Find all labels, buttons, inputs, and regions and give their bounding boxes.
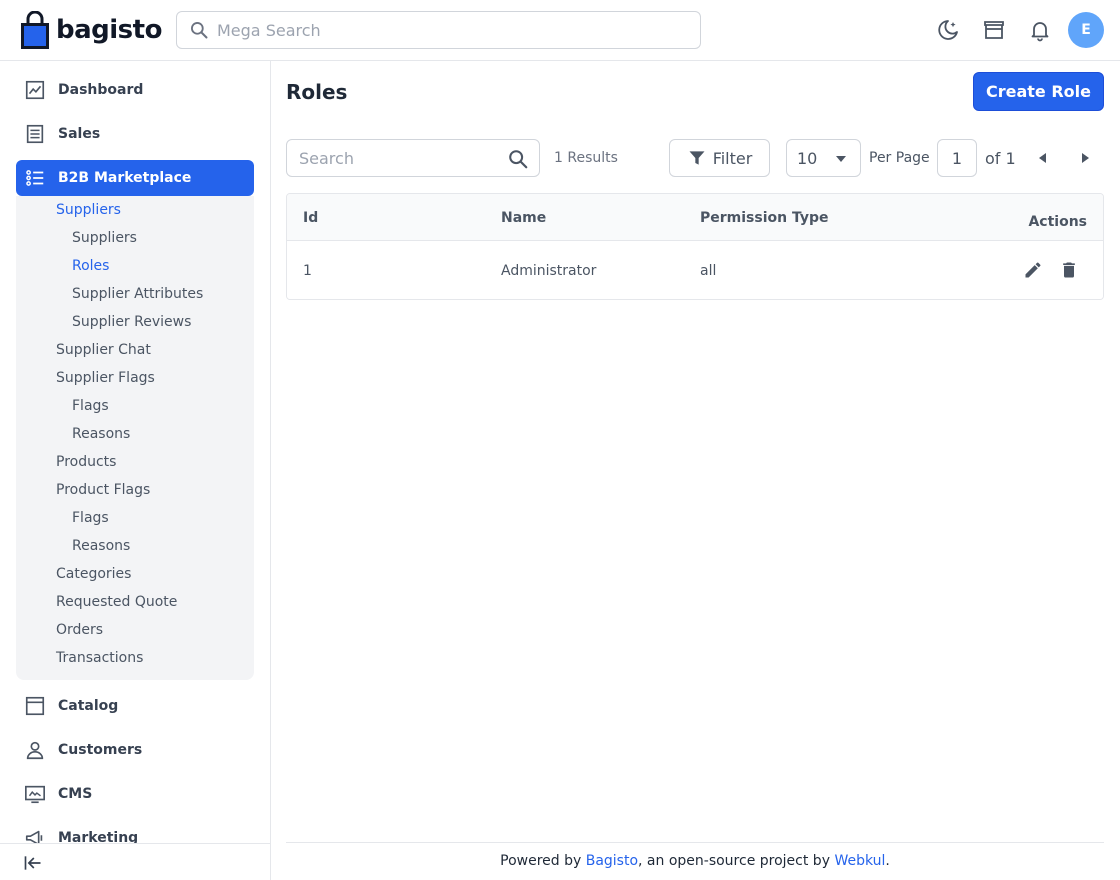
page-footer: Powered by Bagisto, an open-source proje… xyxy=(286,842,1104,880)
submenu-item-product-flags-flags[interactable]: Flags xyxy=(72,510,109,526)
datagrid-search-input[interactable] xyxy=(299,148,499,168)
sidebar-item-label: CMS xyxy=(58,786,93,802)
cell-name: Administrator xyxy=(501,263,597,279)
sidebar-item-catalog[interactable]: Catalog xyxy=(16,688,254,724)
sidebar-item-label: Sales xyxy=(58,126,101,142)
table-row: 1 Administrator all xyxy=(287,241,1103,299)
caret-down-icon xyxy=(836,156,846,162)
column-header-permission-type[interactable]: Permission Type xyxy=(700,210,829,226)
cell-permission-type: all xyxy=(700,263,717,279)
notification-bell-icon[interactable] xyxy=(1027,17,1053,43)
sales-icon xyxy=(26,124,44,144)
results-count: 1 Results xyxy=(554,150,618,166)
shopping-bag-logo-icon xyxy=(21,11,49,49)
logo-text: bagisto xyxy=(56,15,162,45)
per-page-select[interactable]: 10 xyxy=(786,139,861,177)
user-avatar[interactable]: E xyxy=(1068,12,1104,48)
submenu-item-suppliers-list[interactable]: Suppliers xyxy=(72,230,137,246)
roles-table: Id Name Permission Type Actions 1 Admini… xyxy=(286,193,1104,300)
sidebar-item-label: B2B Marketplace xyxy=(58,170,192,186)
submenu-item-product-flags[interactable]: Product Flags xyxy=(56,482,150,498)
total-pages: of 1 xyxy=(985,149,1016,168)
submenu-item-supplier-flags[interactable]: Supplier Flags xyxy=(56,370,155,386)
filter-button[interactable]: Filter xyxy=(669,139,770,177)
list-icon xyxy=(26,170,44,186)
submenu-item-roles[interactable]: Roles xyxy=(72,258,109,274)
b2b-submenu: Suppliers Suppliers Roles Supplier Attri… xyxy=(16,196,254,680)
submenu-item-transactions[interactable]: Transactions xyxy=(56,650,143,666)
mega-search-input[interactable] xyxy=(217,20,677,40)
customers-icon xyxy=(26,741,44,760)
mega-search-box[interactable] xyxy=(176,11,701,49)
sidebar-item-customers[interactable]: Customers xyxy=(16,732,254,768)
next-page-icon[interactable] xyxy=(1075,148,1095,168)
submenu-item-supplier-flags-reasons[interactable]: Reasons xyxy=(72,426,130,442)
column-header-id[interactable]: Id xyxy=(303,210,318,226)
submenu-item-product-flags-reasons[interactable]: Reasons xyxy=(72,538,130,554)
table-header: Id Name Permission Type Actions xyxy=(287,194,1103,241)
sidebar-item-label: Customers xyxy=(58,742,143,758)
delete-icon[interactable] xyxy=(1057,258,1081,282)
collapse-sidebar-icon[interactable] xyxy=(23,853,43,873)
submenu-item-supplier-attributes[interactable]: Supplier Attributes xyxy=(72,286,203,302)
top-header: bagisto E xyxy=(0,0,1120,61)
create-role-button[interactable]: Create Role xyxy=(973,72,1104,111)
sidebar-footer xyxy=(0,843,270,880)
avatar-initial: E xyxy=(1081,22,1091,38)
footer-middle: , an open-source project by xyxy=(638,853,835,869)
submenu-item-supplier-reviews[interactable]: Supplier Reviews xyxy=(72,314,191,330)
sidebar-item-sales[interactable]: Sales xyxy=(16,116,254,152)
datagrid-search-box[interactable] xyxy=(286,139,540,177)
footer-prefix: Powered by xyxy=(500,853,586,869)
footer-suffix: . xyxy=(885,853,890,869)
submenu-item-products[interactable]: Products xyxy=(56,454,116,470)
per-page-label: Per Page xyxy=(869,150,930,166)
column-header-actions: Actions xyxy=(1028,214,1087,230)
catalog-icon xyxy=(25,696,45,716)
submenu-item-orders[interactable]: Orders xyxy=(56,622,103,638)
per-page-value: 10 xyxy=(797,148,818,168)
current-page-input[interactable] xyxy=(937,139,977,177)
sidebar-item-label: Catalog xyxy=(58,698,119,714)
sidebar-item-b2b-marketplace[interactable]: B2B Marketplace xyxy=(16,160,254,196)
filter-label: Filter xyxy=(712,148,753,168)
cell-id: 1 xyxy=(303,263,312,279)
cms-icon xyxy=(25,785,45,804)
filter-icon xyxy=(689,151,705,165)
submenu-item-suppliers[interactable]: Suppliers xyxy=(56,202,121,218)
dashboard-icon xyxy=(25,80,45,100)
webkul-link[interactable]: Webkul xyxy=(834,853,885,869)
submenu-item-requested-quote[interactable]: Requested Quote xyxy=(56,594,177,610)
sidebar-item-cms[interactable]: CMS xyxy=(16,776,254,812)
search-icon[interactable] xyxy=(507,148,529,170)
sidebar-item-dashboard[interactable]: Dashboard xyxy=(16,72,254,108)
column-header-name[interactable]: Name xyxy=(501,210,546,226)
submenu-item-categories[interactable]: Categories xyxy=(56,566,131,582)
bagisto-link[interactable]: Bagisto xyxy=(586,853,638,869)
sidebar-item-label: Dashboard xyxy=(58,82,144,98)
dark-mode-icon[interactable] xyxy=(935,17,961,43)
search-icon xyxy=(191,22,208,39)
submenu-item-supplier-flags-flags[interactable]: Flags xyxy=(72,398,109,414)
storefront-icon[interactable] xyxy=(981,17,1007,43)
submenu-item-supplier-chat[interactable]: Supplier Chat xyxy=(56,342,151,358)
edit-icon[interactable] xyxy=(1021,258,1045,282)
bagisto-logo[interactable]: bagisto xyxy=(20,10,162,50)
sidebar: Dashboard Sales B2B Marketplace Supplier… xyxy=(0,61,271,880)
page-title: Roles xyxy=(286,80,348,104)
previous-page-icon[interactable] xyxy=(1033,148,1053,168)
